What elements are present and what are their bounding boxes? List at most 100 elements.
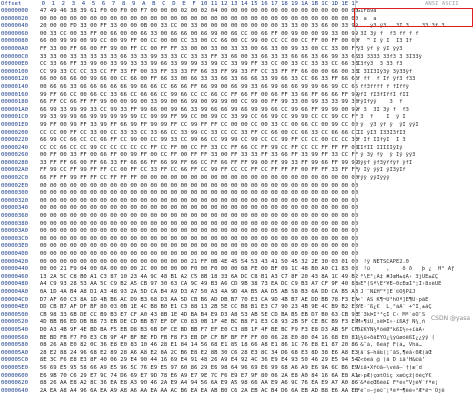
hex-byte[interactable]: 00 — [149, 190, 160, 198]
hex-byte[interactable]: 66 — [139, 92, 150, 100]
hex-byte[interactable]: 00 — [78, 92, 89, 100]
hex-byte[interactable]: 8F — [289, 274, 300, 282]
hex-byte[interactable]: 04 — [209, 8, 220, 16]
hex-byte[interactable]: 66 — [88, 365, 99, 373]
hex-byte[interactable]: FF — [199, 122, 210, 130]
hex-byte[interactable]: 66 — [239, 107, 250, 115]
hex-byte[interactable]: B5 — [249, 289, 260, 297]
hex-byte[interactable]: E0 — [118, 342, 129, 350]
hex-byte[interactable]: FF — [209, 54, 220, 62]
hex-byte[interactable]: 00 — [179, 243, 190, 251]
hex-byte[interactable]: 99 — [98, 114, 109, 122]
hex-byte[interactable]: 99 — [329, 84, 340, 92]
hex-byte[interactable]: 2A — [279, 373, 290, 381]
hex-byte[interactable]: 00 — [299, 183, 310, 191]
hex-byte[interactable]: 00 — [139, 137, 150, 145]
hex-byte[interactable]: 66 — [239, 92, 250, 100]
hex-byte[interactable]: 00 — [169, 38, 180, 46]
hex-byte[interactable]: FF — [98, 46, 109, 54]
hex-byte[interactable]: CF — [209, 335, 220, 343]
hex-byte[interactable]: CC — [329, 137, 340, 145]
hex-byte[interactable]: FF — [269, 99, 280, 107]
hex-byte[interactable]: CC — [149, 38, 160, 46]
hex-byte[interactable]: 00 — [169, 198, 180, 206]
hex-byte[interactable]: A9 — [98, 365, 109, 373]
hex-byte[interactable]: A6 — [279, 380, 290, 388]
ascii-text[interactable]: !ÿ NETSCAPE2.0 — [357, 259, 473, 267]
hex-byte[interactable]: D3 — [319, 327, 330, 335]
hex-byte[interactable]: 33 — [149, 130, 160, 138]
hex-byte[interactable]: 00 — [78, 198, 89, 206]
hex-byte[interactable]: 00 — [169, 213, 180, 221]
hex-byte[interactable]: DF — [78, 304, 89, 312]
hex-byte[interactable]: 90 — [139, 380, 150, 388]
hex-byte[interactable]: CC — [340, 122, 351, 130]
hex-byte[interactable]: 66 — [58, 145, 69, 153]
hex-byte[interactable]: 00 — [88, 259, 99, 267]
hex-byte[interactable]: 00 — [249, 205, 260, 213]
hex-byte[interactable]: A2 — [179, 274, 190, 282]
hex-byte[interactable]: 00 — [78, 16, 89, 24]
hex-byte[interactable]: 4B — [58, 327, 69, 335]
hex-byte[interactable]: 99 — [340, 160, 351, 168]
hex-byte[interactable]: 00 — [179, 145, 190, 153]
hex-byte[interactable]: 00 — [118, 228, 129, 236]
hex-byte[interactable]: F3 — [340, 297, 351, 305]
hex-byte[interactable]: 4A — [219, 289, 230, 297]
hex-byte[interactable]: 99 — [229, 69, 240, 77]
hex-byte[interactable]: 00 — [169, 266, 180, 274]
hex-byte[interactable]: FF — [309, 167, 320, 175]
hex-byte[interactable]: 00 — [108, 205, 119, 213]
hex-byte[interactable]: FF — [78, 175, 89, 183]
hex-byte[interactable]: E1 — [219, 342, 230, 350]
ascii-text[interactable]: ˆ&ªè¢Œ6êè£ F*é¤”Vjé¥˜fªé¦ — [357, 380, 473, 388]
hex-byte[interactable]: 33 — [88, 130, 99, 138]
hex-byte[interactable]: 00 — [189, 213, 200, 221]
hex-byte[interactable]: FF — [78, 152, 89, 160]
hex-byte[interactable]: 00 — [269, 175, 280, 183]
hex-byte[interactable]: 00 — [319, 122, 330, 130]
hex-byte[interactable]: 66 — [340, 61, 351, 69]
hex-byte[interactable]: 00 — [199, 16, 210, 24]
hex-byte[interactable]: 00 — [329, 213, 340, 221]
hex-byte[interactable]: 00 — [309, 175, 320, 183]
hex-byte[interactable]: E3 — [249, 297, 260, 305]
hex-byte[interactable]: 86 — [279, 342, 290, 350]
hex-byte[interactable]: E8 — [118, 380, 129, 388]
hex-byte[interactable]: FF — [209, 122, 220, 130]
hex-byte[interactable]: 00 — [299, 8, 310, 16]
hex-byte[interactable]: BB — [48, 319, 59, 327]
hex-byte[interactable]: CC — [259, 167, 270, 175]
hex-byte[interactable]: 00 — [128, 23, 139, 31]
hex-byte[interactable]: 00 — [68, 243, 79, 251]
hex-byte[interactable]: 83 — [189, 319, 200, 327]
hex-byte[interactable]: 00 — [38, 84, 49, 92]
hex-byte[interactable]: 33 — [179, 46, 190, 54]
hex-byte[interactable]: 4D — [38, 319, 49, 327]
hex-byte[interactable]: 66 — [48, 84, 59, 92]
hex-byte[interactable]: B6 — [179, 350, 190, 358]
hex-byte[interactable]: D7 — [38, 297, 49, 305]
hex-byte[interactable]: 00 — [179, 23, 190, 31]
hex-byte[interactable]: EA — [269, 281, 280, 289]
hex-byte[interactable]: 89 — [108, 350, 119, 358]
hex-byte[interactable]: FF — [289, 137, 300, 145]
hex-byte[interactable]: 03 — [108, 304, 119, 312]
hex-byte[interactable]: 99 — [48, 137, 59, 145]
ascii-text[interactable]: fÿÿ ÿÿÌÿÿÿ — [357, 175, 473, 183]
hex-byte[interactable]: 00 — [98, 259, 109, 267]
hex-byte[interactable]: 00 — [259, 23, 270, 31]
hex-byte[interactable]: 33 — [189, 38, 200, 46]
hex-byte[interactable]: FF — [219, 69, 230, 77]
hex-byte[interactable]: 00 — [289, 236, 300, 244]
hex-byte[interactable]: B9 — [329, 304, 340, 312]
hex-byte[interactable]: 99 — [118, 114, 129, 122]
hex-byte[interactable]: CC — [139, 130, 150, 138]
hex-byte[interactable]: ED — [68, 319, 79, 327]
hex-byte[interactable]: 20 — [299, 274, 310, 282]
hex-byte[interactable]: 99 — [108, 114, 119, 122]
hex-byte[interactable]: 00 — [159, 107, 170, 115]
hex-byte[interactable]: CC — [78, 137, 89, 145]
hex-byte[interactable]: 6A — [309, 289, 320, 297]
hex-byte[interactable]: 66 — [219, 107, 230, 115]
